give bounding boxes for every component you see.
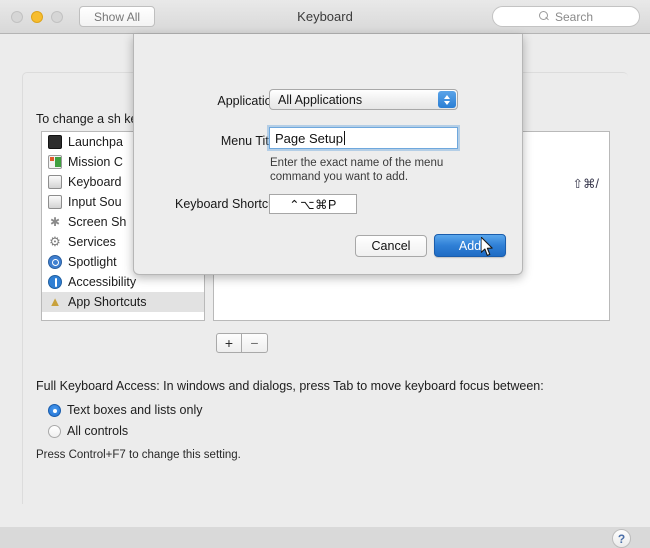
- maximize-window-button[interactable]: [51, 10, 63, 23]
- preferences-content: To change a sh keys. Launchpa Mission C: [0, 34, 650, 548]
- sidebar-item-label: App Shortcuts: [68, 295, 147, 309]
- sidebar-item-label: Launchpa: [68, 135, 123, 149]
- sidebar-item-label: Services: [68, 235, 116, 249]
- help-button[interactable]: ?: [612, 529, 631, 548]
- search-icon: [538, 11, 550, 22]
- sidebar-item-label: Keyboard: [68, 175, 122, 189]
- keyboard-shortcut-value: ⌃⌥⌘P: [289, 197, 337, 212]
- radio-button-icon: [48, 424, 61, 438]
- accessibility-icon: [48, 275, 62, 289]
- sidebar-item-label: Screen Sh: [68, 215, 127, 229]
- screenshot-icon: ✱: [49, 215, 61, 229]
- launchpad-icon: [48, 135, 62, 149]
- add-shortcut-button[interactable]: +: [216, 333, 242, 353]
- radio-label: All controls: [67, 424, 129, 438]
- search-field[interactable]: Search: [492, 6, 640, 27]
- keyboard-shortcut-label: Keyboard Shortcut:: [174, 197, 282, 211]
- show-all-button[interactable]: Show All: [79, 6, 156, 27]
- mouse-cursor-icon: [480, 236, 495, 257]
- application-label: Application:: [217, 94, 282, 108]
- menu-title-label: Menu Title:: [220, 134, 282, 148]
- mission-control-icon: [48, 155, 62, 169]
- full-keyboard-access-hint: Press Control+F7 to change this setting.: [36, 449, 241, 461]
- add-button[interactable]: Add: [434, 234, 506, 257]
- shortcut-key-value: ⇧⌘/: [572, 177, 599, 191]
- close-window-button[interactable]: [11, 10, 23, 23]
- input-sources-icon: [48, 195, 62, 209]
- chevron-updown-icon: [438, 91, 456, 108]
- add-shortcut-dialog: Application: All Applications Menu Title…: [133, 34, 523, 275]
- sidebar-item-label: Spotlight: [68, 255, 117, 269]
- sidebar-item-label: Mission C: [68, 155, 123, 169]
- app-shortcuts-icon: ▲: [48, 294, 62, 309]
- menu-title-value: Page Setup: [275, 130, 343, 146]
- radio-label: Text boxes and lists only: [67, 403, 203, 417]
- sidebar-item-label: Accessibility: [68, 275, 137, 289]
- traffic-light-buttons: [11, 10, 63, 23]
- keyboard-icon: [48, 175, 62, 189]
- add-remove-button-group: + −: [216, 333, 268, 353]
- remove-shortcut-button[interactable]: −: [242, 333, 268, 353]
- application-select[interactable]: All Applications: [269, 89, 458, 110]
- window-titlebar: Show All Keyboard Search: [0, 0, 650, 34]
- cancel-button[interactable]: Cancel: [355, 235, 427, 257]
- application-select-value: All Applications: [278, 92, 363, 107]
- services-gear-icon: ⚙: [49, 234, 61, 249]
- menu-title-hint: Enter the exact name of the menu command…: [270, 157, 444, 183]
- text-caret: [343, 131, 345, 145]
- search-placeholder: Search: [554, 9, 594, 24]
- full-keyboard-access-heading: Full Keyboard Access: In windows and dia…: [36, 379, 544, 393]
- keyboard-shortcut-input[interactable]: ⌃⌥⌘P: [269, 194, 357, 214]
- minimize-window-button[interactable]: [31, 10, 43, 23]
- radio-text-boxes-and-lists-only[interactable]: Text boxes and lists only: [48, 403, 203, 417]
- sidebar-item-app-shortcuts[interactable]: ▲ App Shortcuts: [42, 292, 204, 312]
- menu-title-input[interactable]: Page Setup: [269, 127, 458, 149]
- keyboard-preferences-window: Show All Keyboard Search To change a sh …: [0, 0, 650, 548]
- spotlight-icon: [48, 255, 62, 269]
- sidebar-item-accessibility[interactable]: Accessibility: [42, 272, 204, 292]
- radio-button-icon: [48, 403, 61, 417]
- sidebar-item-label: Input Sou: [68, 195, 122, 209]
- radio-all-controls[interactable]: All controls: [48, 424, 128, 438]
